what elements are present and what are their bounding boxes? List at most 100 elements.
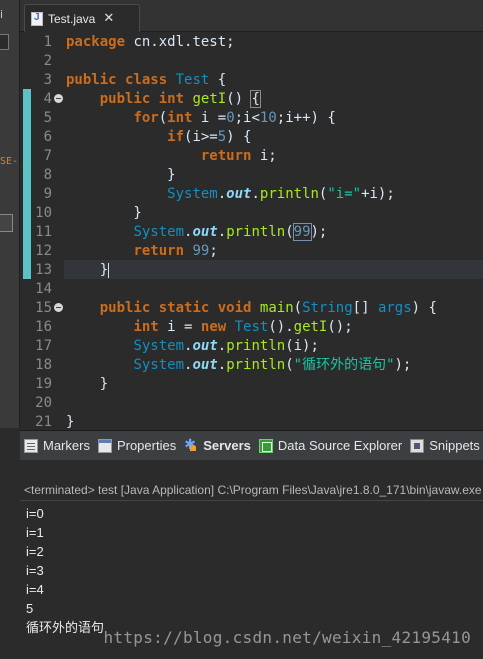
console-output-line: 5: [26, 601, 34, 616]
view-tab-data-source-explorer[interactable]: Data Source Explorer: [258, 438, 402, 453]
line-number: 3: [43, 72, 52, 88]
code-token: public: [99, 91, 151, 107]
views-tab-bar: Markers Properties Servers Data Source Expl…: [20, 430, 483, 460]
line-number: 9: [43, 186, 52, 202]
code-line[interactable]: System.out.println(99);: [66, 223, 327, 242]
watermark: https://blog.csdn.net/weixin_42195410: [103, 628, 471, 647]
fold-collapse-icon[interactable]: [54, 94, 63, 103]
line-number: 6: [43, 129, 52, 145]
code-token: String: [302, 300, 353, 316]
code-token: i;: [251, 148, 277, 164]
text-cursor: [108, 262, 110, 278]
code-token: {: [250, 90, 261, 108]
line-number: 14: [35, 281, 52, 297]
line-number: 20: [35, 395, 52, 411]
code-line[interactable]: public class Test {: [66, 71, 226, 90]
code-token: 99: [292, 223, 312, 241]
line-number: 17: [35, 338, 52, 354]
view-tab-label: Properties: [116, 438, 177, 453]
view-tab-markers[interactable]: Markers: [24, 438, 90, 453]
code-token: ();: [327, 319, 353, 335]
code-token: for: [133, 110, 159, 126]
code-token: out: [192, 224, 218, 240]
code-token: ;i++) {: [276, 110, 336, 126]
code-token: "i=": [327, 186, 362, 202]
line-number: 13: [35, 262, 52, 278]
view-tab-servers[interactable]: Servers: [184, 436, 251, 454]
code-token: getI: [192, 91, 227, 107]
left-panel-fragment: i SE-: [0, 0, 20, 428]
snippets-icon: [410, 438, 425, 453]
code-editor[interactable]: 1 package cn.xdl.test; 2 3 public class Test…: [20, 32, 483, 428]
code-token: .: [251, 186, 260, 202]
code-token: (: [158, 110, 168, 126]
fold-collapse-icon[interactable]: [54, 303, 63, 312]
code-token: System: [133, 338, 185, 354]
code-line[interactable]: public static void main(String[] args) {: [66, 299, 437, 318]
code-token: +i);: [361, 186, 395, 202]
code-token: ) {: [411, 300, 437, 316]
line-number: 16: [35, 319, 52, 335]
code-line[interactable]: return 99;: [66, 242, 217, 261]
editor-tab-test-java[interactable]: Test.java ✕: [24, 4, 140, 32]
code-token: 0: [226, 110, 235, 126]
code-line[interactable]: if(i>=5) {: [66, 128, 251, 147]
view-tab-snippets[interactable]: Snippets: [410, 438, 480, 453]
code-line[interactable]: for(int i =0;i<10;i++) {: [66, 109, 336, 128]
code-token: 5: [217, 129, 227, 145]
code-line[interactable]: }: [66, 166, 175, 185]
code-line[interactable]: System.out.println("循环外的语句");: [66, 356, 411, 375]
left-panel-selector[interactable]: [0, 34, 9, 50]
current-line-highlight: [64, 260, 483, 279]
code-token: (i>=: [184, 129, 218, 145]
code-token: int: [167, 110, 193, 126]
editor-tab-strip: Test.java ✕: [20, 0, 483, 32]
code-token: }: [66, 205, 142, 221]
code-token: cn.xdl.test;: [125, 34, 235, 50]
view-tab-label: Markers: [43, 438, 90, 453]
line-number: 7: [43, 148, 52, 164]
view-tab-properties[interactable]: Properties: [97, 438, 177, 453]
code-token: if: [167, 129, 185, 145]
code-token: 10: [259, 110, 277, 126]
code-line[interactable]: }: [66, 204, 142, 223]
code-token: []: [352, 300, 378, 316]
code-line[interactable]: return i;: [66, 147, 277, 166]
code-token: );: [394, 357, 412, 373]
code-line[interactable]: }: [66, 413, 74, 428]
code-line[interactable]: }: [66, 375, 108, 394]
console-output-line: i=0: [26, 506, 44, 521]
code-token: {: [209, 72, 227, 88]
code-token: ().: [268, 319, 294, 335]
code-token: System: [133, 357, 185, 373]
code-line[interactable]: }: [66, 261, 110, 280]
code-token: System: [133, 224, 185, 240]
code-token: main: [259, 300, 294, 316]
properties-icon: [97, 438, 112, 453]
line-number: 10: [35, 205, 52, 221]
servers-icon: [184, 436, 198, 453]
code-token: new: [200, 319, 227, 335]
code-line[interactable]: package cn.xdl.test;: [66, 33, 235, 52]
close-icon[interactable]: ✕: [103, 11, 114, 26]
left-panel-box[interactable]: [0, 214, 13, 232]
code-line[interactable]: int i = new Test().getI();: [66, 318, 353, 337]
line-number: 4: [43, 91, 52, 107]
code-line[interactable]: System.out.println(i);: [66, 337, 318, 356]
code-token: i =: [158, 319, 201, 335]
view-tab-label: Snippets: [429, 438, 480, 453]
line-number: 1: [43, 34, 52, 50]
code-token: int: [158, 91, 185, 107]
code-line[interactable]: System.out.println("i="+i);: [66, 185, 395, 204]
code-line[interactable]: public int getI() {: [66, 90, 261, 109]
